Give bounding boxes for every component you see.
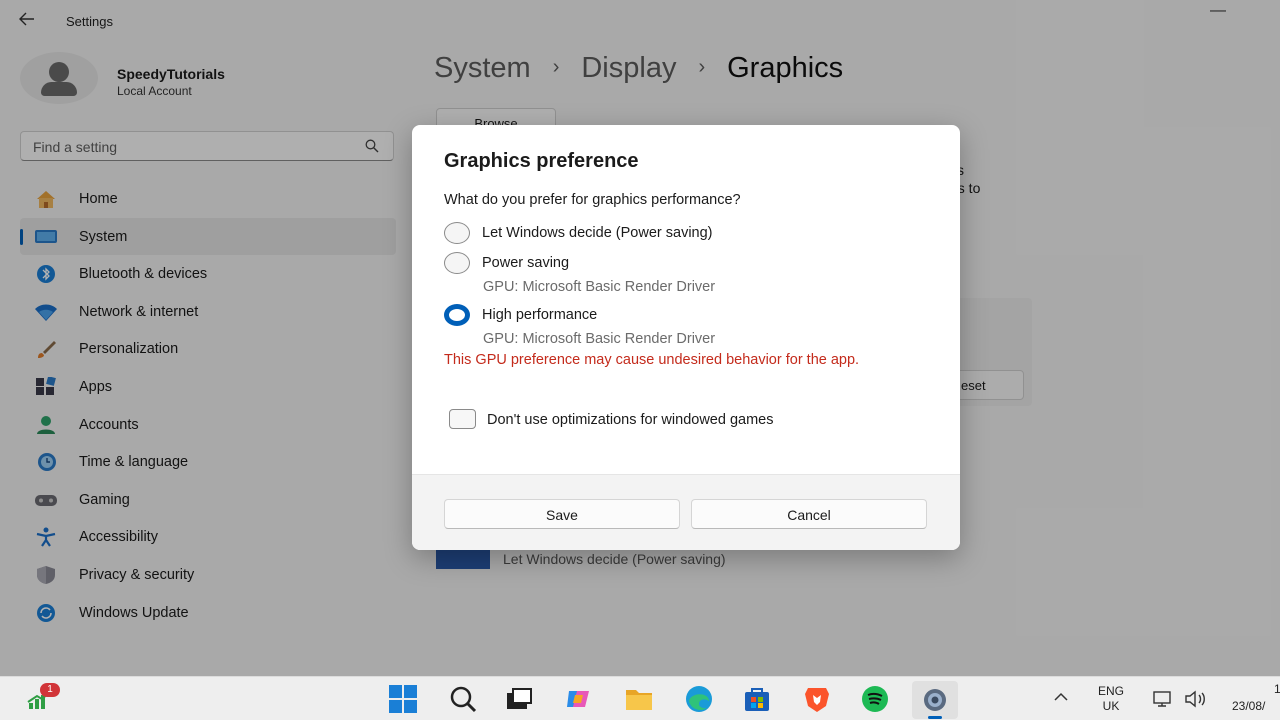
graphics-preference-dialog: Graphics preference What do you prefer f… [412, 125, 960, 550]
chevron-up-icon[interactable] [1054, 689, 1068, 705]
checkbox-label: Don't use optimizations for windowed gam… [487, 412, 774, 428]
brave-icon[interactable] [802, 685, 832, 713]
clock-date[interactable]: 23/08/ [1232, 699, 1265, 713]
copilot-icon[interactable] [564, 685, 594, 713]
spotify-icon[interactable] [860, 685, 890, 713]
radio-button-selected[interactable] [444, 304, 470, 326]
network-status-icon[interactable] [1152, 690, 1174, 708]
taskbar: 1 ENG UK 1 23/08/ [0, 676, 1280, 720]
gpu-info: GPU: Microsoft Basic Render Driver [483, 279, 716, 295]
language-region: UK [1102, 699, 1120, 713]
dialog-title: Graphics preference [444, 150, 639, 172]
language-code: ENG [1098, 684, 1125, 698]
file-explorer-icon[interactable] [624, 685, 654, 713]
task-view-icon[interactable] [504, 685, 534, 713]
store-icon[interactable] [742, 685, 772, 713]
taskbar-settings-button[interactable] [912, 681, 958, 719]
settings-icon [924, 689, 946, 711]
warning-message: This GPU preference may cause undesired … [444, 352, 860, 368]
radio-button[interactable] [444, 222, 470, 244]
edge-icon[interactable] [684, 685, 714, 713]
clock-time[interactable]: 1 [1274, 682, 1280, 696]
cancel-button[interactable]: Cancel [691, 499, 927, 529]
volume-icon[interactable] [1184, 690, 1208, 708]
start-icon[interactable] [388, 685, 418, 713]
dialog-question: What do you prefer for graphics performa… [444, 192, 741, 208]
option-label: Let Windows decide (Power saving) [482, 225, 713, 241]
notification-badge: 1 [40, 683, 60, 697]
language-indicator[interactable]: ENG UK [1098, 684, 1124, 714]
save-button[interactable]: Save [444, 499, 680, 529]
gpu-info: GPU: Microsoft Basic Render Driver [483, 331, 716, 347]
dialog-footer: Save Cancel [412, 474, 960, 550]
option-label: High performance [482, 307, 598, 323]
radio-button[interactable] [444, 252, 470, 274]
search-icon[interactable] [448, 685, 478, 713]
checkbox[interactable] [449, 409, 476, 429]
option-label: Power saving [482, 255, 570, 271]
